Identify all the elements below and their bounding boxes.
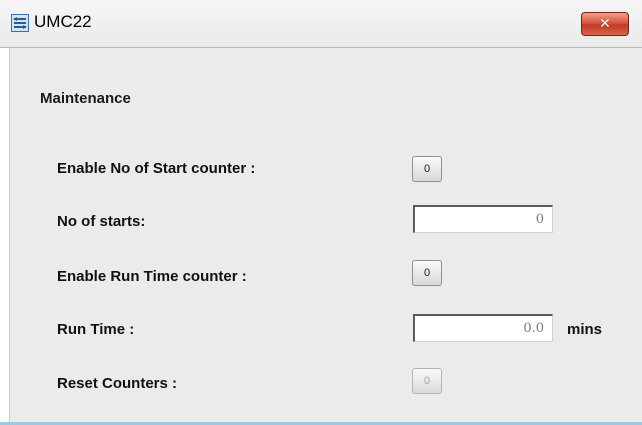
reset-counters-label: Reset Counters : bbox=[57, 375, 178, 392]
enable-starts-label: Enable No of Start counter : bbox=[57, 160, 256, 177]
enable-runtime-label: Enable Run Time counter : bbox=[57, 268, 247, 285]
maintenance-panel: Maintenance Enable No of Start counter :… bbox=[9, 48, 642, 425]
close-button[interactable]: ✕ bbox=[581, 12, 629, 36]
window-title: UMC22 bbox=[34, 12, 92, 31]
enable-runtime-button[interactable]: 0 bbox=[412, 260, 442, 286]
enable-starts-button[interactable]: 0 bbox=[412, 156, 442, 182]
no-of-starts-label: No of starts: bbox=[57, 213, 146, 230]
section-title: Maintenance bbox=[40, 90, 131, 107]
reset-counters-button[interactable]: 0 bbox=[412, 368, 442, 394]
title-bar[interactable]: UMC22 ✕ bbox=[0, 0, 642, 48]
umc22-window: UMC22 ✕ Maintenance Enable No of Start c… bbox=[0, 0, 642, 425]
run-time-label: Run Time : bbox=[57, 321, 135, 338]
close-icon: ✕ bbox=[599, 16, 611, 32]
no-of-starts-field[interactable]: 0 bbox=[413, 205, 553, 233]
run-time-unit: mins bbox=[567, 321, 603, 338]
app-icon bbox=[11, 14, 29, 32]
run-time-field[interactable]: 0.0 bbox=[413, 314, 553, 342]
